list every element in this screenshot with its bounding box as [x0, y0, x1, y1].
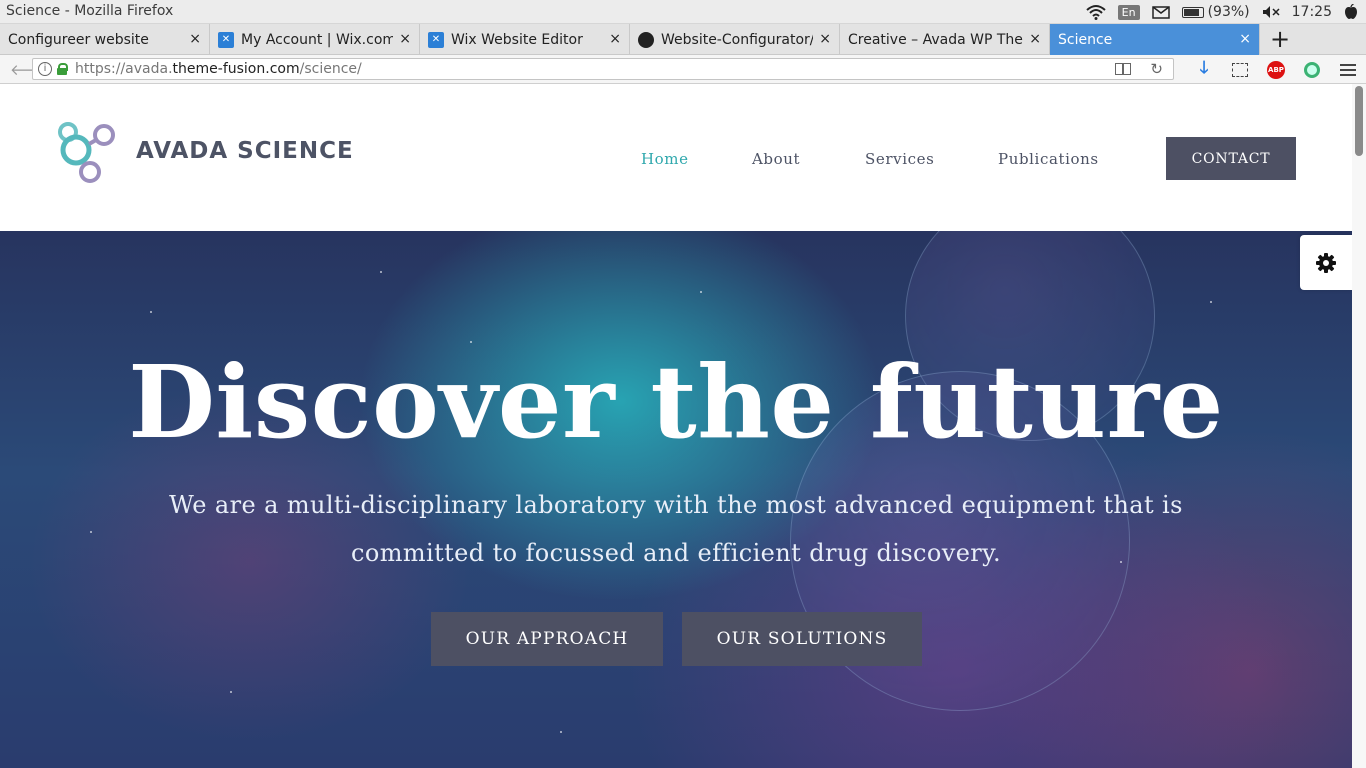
- our-approach-button[interactable]: OUR APPROACH: [431, 612, 663, 666]
- url-text[interactable]: https://avada.theme-fusion.com/science/: [75, 61, 362, 77]
- site-brand[interactable]: AVADA SCIENCE: [136, 138, 354, 164]
- scrollbar-thumb[interactable]: [1355, 86, 1363, 156]
- tab-website-configurator[interactable]: Website-Configurator/s ×: [630, 24, 840, 55]
- battery-icon: [1181, 6, 1204, 18]
- tab-label: My Account | Wix.com: [241, 31, 393, 48]
- close-icon[interactable]: ×: [609, 31, 621, 47]
- new-tab-button[interactable]: +: [1260, 24, 1300, 54]
- apple-icon[interactable]: [1344, 4, 1358, 20]
- hero-section: Discover the future We are a multi-disci…: [0, 231, 1352, 768]
- tab-label: Website-Configurator/s: [661, 31, 813, 48]
- window-title: Science - Mozilla Firefox: [6, 3, 174, 19]
- star: [560, 731, 562, 733]
- nav-services[interactable]: Services: [865, 150, 934, 168]
- gear-icon: [1316, 252, 1336, 273]
- close-icon[interactable]: ×: [819, 31, 831, 47]
- reader-view-icon[interactable]: [1115, 63, 1131, 75]
- screenshot-icon: [1232, 62, 1248, 77]
- nav-about[interactable]: About: [752, 150, 800, 168]
- our-solutions-button[interactable]: OUR SOLUTIONS: [682, 612, 922, 666]
- wix-icon: ✕: [218, 31, 234, 48]
- toolbar-icons: 🡓 ABP: [1186, 55, 1366, 84]
- tab-my-account-wix[interactable]: ✕ My Account | Wix.com ×: [210, 24, 420, 55]
- adblock-icon: ABP: [1267, 60, 1285, 79]
- hero-title: Discover the future: [128, 343, 1224, 461]
- settings-panel-toggle[interactable]: [1300, 235, 1352, 290]
- extension-icon: [1304, 61, 1320, 78]
- battery-indicator[interactable]: (93%): [1181, 4, 1250, 20]
- tab-configureer-website[interactable]: Configureer website ×: [0, 24, 210, 55]
- wix-icon: ✕: [428, 31, 444, 48]
- close-icon[interactable]: ×: [1029, 31, 1041, 47]
- info-icon[interactable]: i: [38, 62, 52, 76]
- hero-subtitle: We are a multi-disciplinary laboratory w…: [169, 491, 1183, 567]
- star: [700, 291, 702, 293]
- system-tray: En (93%) 17:25: [1086, 0, 1358, 24]
- site-header: AVADA SCIENCE Home About Services Public…: [0, 84, 1352, 231]
- tab-label: Science: [1058, 31, 1113, 48]
- adblock-button[interactable]: ABP: [1258, 60, 1294, 79]
- keyboard-layout-indicator[interactable]: En: [1117, 4, 1140, 20]
- tab-strip: Configureer website × ✕ My Account | Wix…: [0, 24, 1366, 55]
- mail-icon[interactable]: [1151, 5, 1170, 19]
- volume-muted-icon[interactable]: [1262, 5, 1280, 19]
- nav-home[interactable]: Home: [641, 150, 689, 168]
- tab-wix-website-editor[interactable]: ✕ Wix Website Editor ×: [420, 24, 630, 55]
- tab-label: Configureer website: [8, 31, 149, 48]
- tab-label: Creative – Avada WP Ther: [848, 31, 1023, 48]
- download-icon: 🡓: [1199, 58, 1209, 78]
- star: [90, 531, 92, 533]
- close-icon[interactable]: ×: [1239, 31, 1251, 47]
- extension-button[interactable]: [1294, 61, 1330, 78]
- tab-creative-avada[interactable]: Creative – Avada WP Ther ×: [840, 24, 1050, 55]
- star: [150, 311, 152, 313]
- clock[interactable]: 17:25: [1292, 4, 1332, 20]
- os-title-bar: Science - Mozilla Firefox En (93%) 17:25: [0, 0, 1366, 24]
- hamburger-menu-icon: [1340, 63, 1356, 76]
- download-button[interactable]: 🡓: [1186, 55, 1222, 84]
- url-bar[interactable]: i https://avada.theme-fusion.com/science…: [32, 58, 1174, 80]
- screenshot-button[interactable]: [1222, 62, 1258, 77]
- wifi-icon[interactable]: [1086, 4, 1106, 20]
- star: [230, 691, 232, 693]
- star: [380, 271, 382, 273]
- lock-icon[interactable]: [57, 63, 68, 75]
- page-scrollbar[interactable]: [1352, 84, 1366, 768]
- menu-button[interactable]: [1330, 63, 1366, 76]
- battery-percent: (93%): [1207, 4, 1250, 20]
- github-icon: [638, 31, 654, 48]
- tab-science[interactable]: Science ×: [1050, 24, 1260, 55]
- reload-icon[interactable]: ↻: [1150, 60, 1163, 78]
- navigation-toolbar: 🡐 i https://avada.theme-fusion.com/scien…: [0, 55, 1366, 84]
- star: [1210, 301, 1212, 303]
- close-icon[interactable]: ×: [399, 31, 411, 47]
- page-viewport: AVADA SCIENCE Home About Services Public…: [0, 84, 1366, 768]
- avada-science-logo-icon[interactable]: [54, 122, 118, 186]
- close-icon[interactable]: ×: [189, 31, 201, 47]
- contact-button[interactable]: CONTACT: [1166, 137, 1296, 180]
- nav-publications[interactable]: Publications: [998, 150, 1099, 168]
- tab-label: Wix Website Editor: [451, 31, 583, 48]
